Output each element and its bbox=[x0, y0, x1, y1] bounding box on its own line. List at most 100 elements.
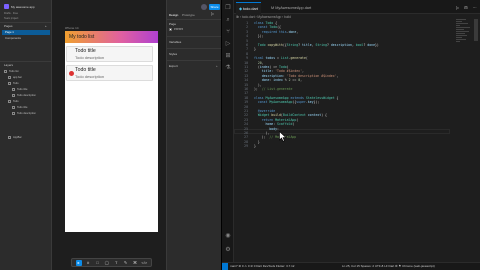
code-line[interactable]: home: Scaffold( bbox=[254, 122, 295, 126]
code-line[interactable]: } bbox=[254, 47, 256, 51]
source-control-icon[interactable]: ⑂ bbox=[224, 28, 232, 36]
code-line[interactable]: ), bbox=[254, 131, 270, 135]
frame-label[interactable]: iPhone 14 bbox=[65, 26, 79, 30]
component-icon bbox=[8, 82, 11, 85]
app-bar[interactable]: My todo list bbox=[65, 31, 158, 43]
code-line[interactable]: } bbox=[254, 140, 260, 144]
account-icon[interactable]: ◉ bbox=[224, 232, 232, 240]
add-export-button[interactable]: + bbox=[216, 64, 218, 68]
code-line[interactable]: return MaterialApp( bbox=[254, 118, 298, 122]
page-color-field[interactable]: F5F5F5 bbox=[169, 27, 193, 31]
play-icon[interactable]: ▷ bbox=[211, 11, 214, 16]
code-line[interactable]: (index) => Todo( bbox=[254, 65, 289, 69]
layer-item[interactable]: Todo title bbox=[12, 106, 27, 109]
design-toolbar: ▸ # □ ◯ T ✎ ⌘ </> bbox=[71, 258, 152, 267]
todo-card[interactable]: Todo title Todo description bbox=[66, 65, 153, 81]
dev-mode-icon[interactable]: </> bbox=[141, 260, 147, 266]
component-icon bbox=[8, 100, 11, 103]
tab-myawesomeapp-dart[interactable]: M MyAwesomeApp.dart bbox=[268, 2, 314, 14]
extensions-icon[interactable]: ⊞ bbox=[224, 52, 232, 60]
code-line[interactable]: Todo copyWith({String? title, String? de… bbox=[254, 43, 379, 47]
status-right[interactable]: Ln 25, Col 15 Spaces: 2 UTF-8 LF Dart ⚙ … bbox=[342, 264, 435, 268]
page-item-components[interactable]: Components bbox=[2, 36, 50, 41]
status-left[interactable]: main* ⊗ 0 ⚠ 0 ⊘ 0 Dart DevTools Flutter:… bbox=[230, 264, 294, 268]
layer-item[interactable]: Todo bbox=[8, 100, 19, 103]
code-line[interactable]: ); // MaterialApp bbox=[254, 135, 297, 139]
code-line[interactable]: ), bbox=[254, 83, 262, 87]
minimap[interactable] bbox=[456, 19, 472, 59]
move-tool-icon[interactable]: ▸ bbox=[75, 259, 82, 266]
layer-item[interactable]: Todo bbox=[8, 82, 19, 85]
code-line[interactable]: final todos = List.generate( bbox=[254, 56, 308, 60]
code-line[interactable]: Widget build(BuildContext context) { bbox=[254, 113, 327, 117]
testing-icon[interactable]: ⚗ bbox=[224, 64, 232, 72]
rectangle-tool-icon[interactable]: □ bbox=[94, 260, 100, 266]
remote-indicator-icon[interactable] bbox=[222, 263, 228, 270]
gear-icon[interactable]: ⚙ bbox=[224, 246, 232, 254]
code-editor[interactable]: 1 class Todo {2 const Todo({3 required th… bbox=[234, 19, 450, 259]
add-page-button[interactable]: + bbox=[45, 24, 47, 28]
mouse-cursor-icon bbox=[279, 131, 287, 142]
todo-card[interactable]: Todo title Todo description bbox=[66, 46, 153, 62]
code-line[interactable]: required this.done, bbox=[254, 30, 299, 34]
code-line[interactable]: }); bbox=[254, 34, 264, 38]
layer-item[interactable]: Todo list bbox=[4, 70, 19, 73]
line-number: 20 bbox=[244, 104, 248, 109]
phone-frame[interactable]: My todo list Todo title Todo description… bbox=[65, 31, 158, 232]
line-number: 17 bbox=[244, 91, 248, 96]
code-line[interactable]: const Todo({ bbox=[254, 25, 281, 29]
layers-heading: Layers bbox=[4, 63, 14, 67]
avatar[interactable] bbox=[201, 4, 207, 10]
code-line[interactable]: body: bbox=[254, 127, 281, 131]
layer-item[interactable]: Todo title bbox=[12, 88, 27, 91]
code-editor-window: ❐ ⌕ ⑂ ▷ ⊞ ⚗ ◉ ⚙ ◆ todo.dart M MyAwesomeA… bbox=[222, 0, 480, 270]
screen: My awesome app Drafts · Free Team projec… bbox=[0, 0, 480, 270]
tab-todo-dart[interactable]: ◆ todo.dart bbox=[236, 2, 261, 14]
component-icon bbox=[8, 136, 11, 139]
layer-item[interactable]: Todo description bbox=[12, 94, 36, 97]
code-line[interactable]: const MyAwesomeApp({super.key}); bbox=[254, 100, 319, 104]
code-line[interactable]: } bbox=[254, 144, 256, 148]
line-number: 25 bbox=[244, 126, 248, 131]
explorer-icon[interactable]: ❐ bbox=[224, 4, 232, 12]
todo-description: Todo description bbox=[75, 74, 105, 79]
code-line[interactable]: ); // List.generate bbox=[254, 87, 292, 91]
frame-tool-icon[interactable]: # bbox=[85, 260, 91, 266]
export-section[interactable]: Export bbox=[169, 64, 178, 68]
line-number: 7 bbox=[246, 47, 248, 52]
code-line[interactable]: description: 'Todo description #$index', bbox=[254, 74, 339, 78]
activity-bar: ❐ ⌕ ⑂ ▷ ⊞ ⚗ ◉ ⚙ bbox=[222, 0, 234, 262]
search-icon[interactable]: ⌕ bbox=[224, 16, 232, 24]
scrollbar[interactable] bbox=[474, 19, 478, 41]
pen-tool-icon[interactable]: ✎ bbox=[123, 260, 129, 266]
line-number: 11 bbox=[244, 65, 248, 69]
layer-item[interactable]: AppBar bbox=[8, 136, 22, 139]
tab-design[interactable]: Design bbox=[169, 13, 178, 17]
resources-tool-icon[interactable]: ⌘ bbox=[132, 260, 138, 266]
tab-prototype[interactable]: Prototype bbox=[182, 13, 195, 17]
layer-item[interactable]: app bar bbox=[8, 76, 22, 79]
line-number: 5 bbox=[246, 38, 248, 43]
page-item-page-1[interactable]: Page 1 bbox=[2, 30, 50, 35]
line-number: 24 bbox=[244, 122, 248, 127]
code-line[interactable]: done: index % 2 == 0, bbox=[254, 78, 302, 82]
todo-title: Todo title bbox=[75, 67, 96, 73]
line-number: 22 bbox=[244, 113, 248, 118]
design-canvas[interactable]: iPhone 14 My todo list Todo title Todo d… bbox=[52, 0, 166, 270]
code-line[interactable]: @override bbox=[254, 109, 275, 113]
run-debug-icon[interactable]: ▷ bbox=[224, 40, 232, 48]
project-header[interactable]: My awesome app bbox=[4, 3, 50, 10]
layer-item[interactable]: Todo description bbox=[12, 112, 36, 115]
code-line[interactable]: class Todo { bbox=[254, 21, 277, 25]
code-line[interactable]: class MyAwesomeApp extends StatelessWidg… bbox=[254, 96, 338, 100]
ellipse-tool-icon[interactable]: ◯ bbox=[104, 260, 110, 266]
line-number: 26 bbox=[244, 131, 248, 135]
text-tool-icon[interactable]: T bbox=[113, 260, 119, 266]
styles-section[interactable]: Styles bbox=[169, 52, 177, 56]
code-line[interactable]: 20, bbox=[254, 61, 264, 65]
project-name: My awesome app bbox=[11, 4, 35, 9]
variables-section[interactable]: Variables bbox=[169, 40, 181, 44]
share-button[interactable]: Share bbox=[209, 4, 220, 10]
editor-actions[interactable]: ▷ ⊟ ⋯ bbox=[456, 5, 479, 10]
code-line[interactable]: title: 'Todo #$index', bbox=[254, 69, 304, 73]
